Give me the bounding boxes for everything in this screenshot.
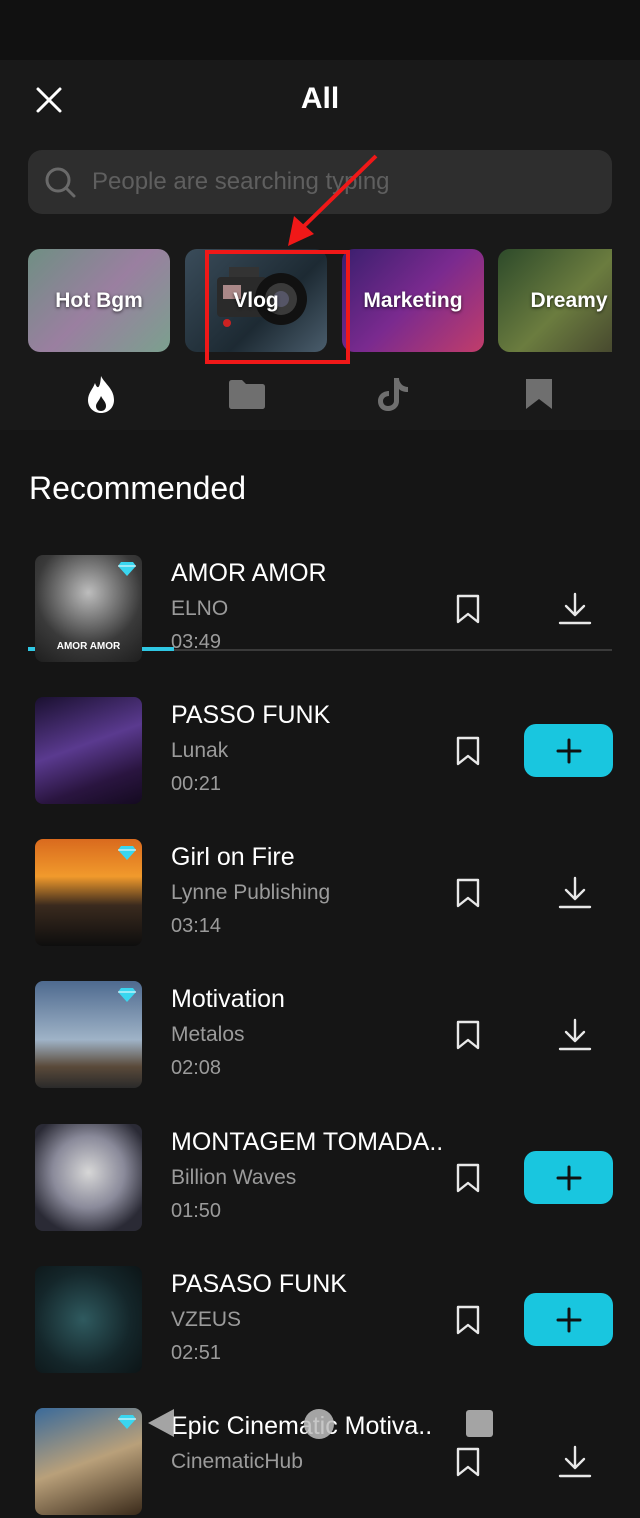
tab-tiktok[interactable]: [320, 362, 465, 426]
category-dreamy[interactable]: Dreamy: [498, 249, 612, 352]
song-title: Girl on Fire: [171, 843, 295, 871]
page-title: All: [300, 82, 340, 115]
song-title: PASASO FUNK: [171, 1270, 347, 1298]
song-artist: Lunak: [171, 739, 229, 762]
download-icon[interactable]: [557, 591, 593, 627]
bookmark-icon[interactable]: [452, 593, 484, 625]
song-title: PASSO FUNK: [171, 701, 331, 729]
song-cover: [35, 1266, 142, 1373]
tab-bar: [0, 362, 640, 651]
plus-icon: [556, 738, 581, 763]
tiktok-icon: [377, 378, 408, 411]
song-cover: [35, 1124, 142, 1231]
download-icon[interactable]: [557, 1017, 593, 1053]
song-title: Motivation: [171, 985, 285, 1013]
home-circle-icon[interactable]: [304, 1409, 334, 1439]
bookmark-icon[interactable]: [452, 1162, 484, 1194]
flame-icon: [87, 376, 114, 413]
category-label: Marketing: [363, 288, 463, 312]
cover-text: AMOR AMOR: [56, 641, 121, 652]
diamond-icon: [118, 562, 136, 576]
bookmark-icon: [525, 379, 552, 409]
diamond-icon: [118, 846, 136, 860]
song-row[interactable]: Motivation Metalos 02:08: [0, 981, 640, 1091]
song-row[interactable]: PASSO FUNK Lunak 00:21: [0, 697, 640, 807]
song-row[interactable]: PASASO FUNK VZEUS 02:51: [0, 1266, 640, 1376]
song-artist: VZEUS: [171, 1308, 242, 1331]
section-title: Recommended: [29, 470, 246, 506]
search-icon: [45, 167, 76, 198]
folder-icon: [228, 380, 265, 409]
status-bar: [0, 0, 640, 60]
song-artist: Billion Waves: [171, 1166, 297, 1189]
song-cover: [35, 981, 142, 1088]
add-button[interactable]: [524, 1151, 613, 1204]
tab-folder[interactable]: [174, 362, 319, 426]
recent-apps-icon[interactable]: [466, 1410, 493, 1437]
category-label: Hot Bgm: [55, 288, 143, 312]
header: All: [0, 60, 640, 140]
tab-saved[interactable]: [466, 362, 611, 426]
annotation-arrow: [288, 154, 378, 246]
song-duration: 02:51: [171, 1342, 222, 1364]
category-hot-bgm[interactable]: Hot Bgm: [28, 249, 170, 352]
category-label: Dreamy: [530, 288, 608, 312]
song-duration: 02:08: [171, 1057, 222, 1079]
song-duration: 03:49: [171, 631, 222, 653]
bookmark-icon[interactable]: [452, 1019, 484, 1051]
song-cover: AMOR AMOR: [35, 555, 142, 662]
back-triangle-icon[interactable]: [146, 1407, 176, 1439]
song-artist: Metalos: [171, 1023, 245, 1046]
plus-icon: [556, 1165, 581, 1190]
annotation-highlight-box: [205, 250, 350, 364]
song-row[interactable]: Girl on Fire Lynne Publishing 03:14: [0, 839, 640, 949]
diamond-icon: [118, 988, 136, 1002]
add-button[interactable]: [524, 1293, 613, 1346]
song-title: AMOR AMOR: [171, 559, 327, 587]
song-row[interactable]: AMOR AMOR AMOR AMOR ELNO 03:49: [0, 555, 640, 665]
system-nav-bar: [0, 1395, 640, 1455]
song-row[interactable]: MONTAGEM TOMADA.. Billion Waves 01:50: [0, 1124, 640, 1234]
bookmark-icon[interactable]: [452, 1304, 484, 1336]
song-cover: [35, 697, 142, 804]
category-marketing[interactable]: Marketing: [342, 249, 484, 352]
song-duration: 00:21: [171, 773, 222, 795]
tab-hot[interactable]: [28, 362, 173, 426]
song-artist: Lynne Publishing: [171, 881, 331, 904]
song-artist: ELNO: [171, 597, 229, 620]
bookmark-icon[interactable]: [452, 877, 484, 909]
song-title: MONTAGEM TOMADA..: [171, 1128, 444, 1156]
song-duration: 01:50: [171, 1200, 222, 1222]
plus-icon: [556, 1307, 581, 1332]
download-icon[interactable]: [557, 875, 593, 911]
song-cover: [35, 839, 142, 946]
add-button[interactable]: [524, 724, 613, 777]
bookmark-icon[interactable]: [452, 735, 484, 767]
song-duration: 03:14: [171, 915, 222, 937]
